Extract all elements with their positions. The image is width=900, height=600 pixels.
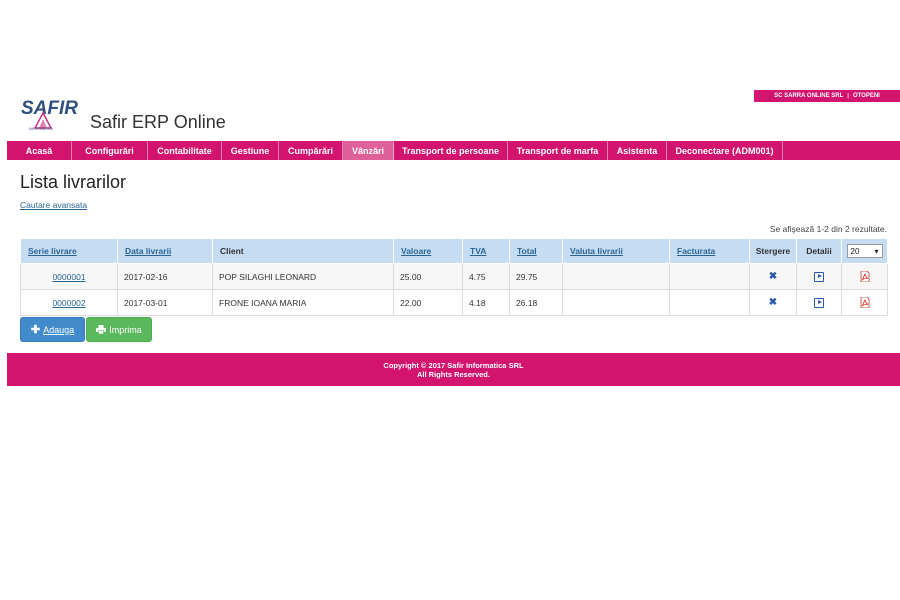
company-badge: SC SARRA ONLINE SRL | OTOPENI	[754, 90, 900, 102]
cell-client: FRONE IOANA MARIA	[212, 289, 394, 316]
details-icon[interactable]	[814, 271, 824, 282]
cell-tva: 4.75	[462, 263, 510, 290]
cell-valuta	[562, 263, 670, 290]
company-separator: |	[847, 93, 849, 99]
add-button[interactable]: ✚ Adauga	[20, 317, 85, 342]
col-header-total[interactable]: Total	[509, 238, 563, 264]
cell-data: 2017-03-01	[117, 289, 213, 316]
cell-stergere: ✖	[749, 289, 797, 316]
nav-item-vanzari[interactable]: Vânzări	[343, 141, 394, 160]
footer-rights: All Rights Reserved.	[417, 369, 490, 379]
results-summary: Se afişează 1-2 din 2 rezultate.	[769, 224, 887, 234]
col-header-serie[interactable]: Serie livrare	[20, 238, 118, 264]
deliveries-table: Serie livrare Data livrarii Client Valoa…	[20, 238, 888, 316]
pdf-icon[interactable]	[860, 297, 870, 309]
advanced-search-link[interactable]: Cautare avansata	[20, 200, 87, 210]
cell-detalii	[796, 263, 842, 290]
col-header-data[interactable]: Data livrarii	[117, 238, 213, 264]
table-row: 0000002 2017-03-01 FRONE IOANA MARIA 22.…	[20, 289, 888, 316]
company-location: OTOPENI	[852, 93, 880, 99]
cell-tva: 4.18	[462, 289, 510, 316]
footer: Copyright © 2017 Safir Informatica SRL A…	[7, 353, 900, 386]
logo-subtext: INFORMATICA	[29, 127, 54, 131]
cell-facturata	[669, 263, 750, 290]
delete-icon[interactable]: ✖	[769, 297, 777, 308]
cell-valoare: 22.00	[393, 289, 463, 316]
nav-item-cumparari[interactable]: Cumpărări	[279, 141, 343, 160]
nav-item-asistenta[interactable]: Asistenta	[608, 141, 667, 160]
col-header-facturata[interactable]: Facturata	[669, 238, 750, 264]
footer-copyright: Copyright © 2017 Safir Informatica SRL	[383, 360, 524, 370]
serie-link[interactable]: 0000002	[52, 298, 85, 308]
cell-pdf	[841, 289, 888, 316]
col-header-client: Client	[212, 238, 394, 264]
add-button-label: Adauga	[43, 324, 75, 335]
page-size-select[interactable]: 20 ▾	[846, 244, 883, 258]
nav-item-gestiune[interactable]: Gestiune	[222, 141, 279, 160]
nav-item-configurari[interactable]: Configurări	[72, 141, 148, 160]
nav-item-deconectare[interactable]: Deconectare (ADM001)	[667, 141, 783, 160]
cell-total: 29.75	[509, 263, 563, 290]
nav-item-transport-persoane[interactable]: Transport de persoane	[394, 141, 508, 160]
printer-icon	[96, 325, 107, 334]
nav-item-transport-marfa[interactable]: Transport de marfa	[508, 141, 608, 160]
nav-item-acasa[interactable]: Acasă	[7, 141, 72, 160]
col-header-detalii: Detalii	[796, 238, 842, 264]
app-title: Safir ERP Online	[90, 112, 226, 132]
logo-text: SAFIR	[21, 98, 78, 119]
col-header-tva[interactable]: TVA	[462, 238, 510, 264]
page-size-cell: 20 ▾	[841, 238, 888, 264]
nav-item-contabilitate[interactable]: Contabilitate	[148, 141, 222, 160]
cell-data: 2017-02-16	[117, 263, 213, 290]
safir-logo: SAFIR INFORMATICA	[21, 97, 83, 131]
plus-icon: ✚	[30, 324, 41, 336]
cell-serie: 0000002	[20, 289, 118, 316]
main-navbar: Acasă Configurări Contabilitate Gestiune…	[7, 141, 900, 160]
print-button-label: Imprima	[109, 324, 142, 335]
cell-stergere: ✖	[749, 263, 797, 290]
cell-valuta	[562, 289, 670, 316]
cell-valoare: 25.00	[393, 263, 463, 290]
dropdown-arrow-icon: ▾	[874, 246, 879, 256]
pdf-icon[interactable]	[860, 271, 870, 283]
cell-total: 26.18	[509, 289, 563, 316]
cell-client: POP SILAGHI LEONARD	[212, 263, 394, 290]
details-icon[interactable]	[814, 297, 824, 308]
serie-link[interactable]: 0000001	[52, 272, 85, 282]
delete-icon[interactable]: ✖	[769, 271, 777, 282]
cell-facturata	[669, 289, 750, 316]
cell-serie: 0000001	[20, 263, 118, 290]
cell-detalii	[796, 289, 842, 316]
table-header-row: Serie livrare Data livrarii Client Valoa…	[20, 238, 888, 264]
page-size-value: 20	[850, 246, 860, 256]
company-name: SC SARRA ONLINE SRL	[774, 93, 844, 99]
col-header-valoare[interactable]: Valoare	[393, 238, 463, 264]
col-header-valuta[interactable]: Valuta livrarii	[562, 238, 670, 264]
col-header-stergere: Stergere	[749, 238, 797, 264]
page-title: Lista livrarilor	[20, 172, 127, 192]
table-row: 0000001 2017-02-16 POP SILAGHI LEONARD 2…	[20, 263, 888, 290]
print-button[interactable]: Imprima	[86, 317, 152, 342]
cell-pdf	[841, 263, 888, 290]
